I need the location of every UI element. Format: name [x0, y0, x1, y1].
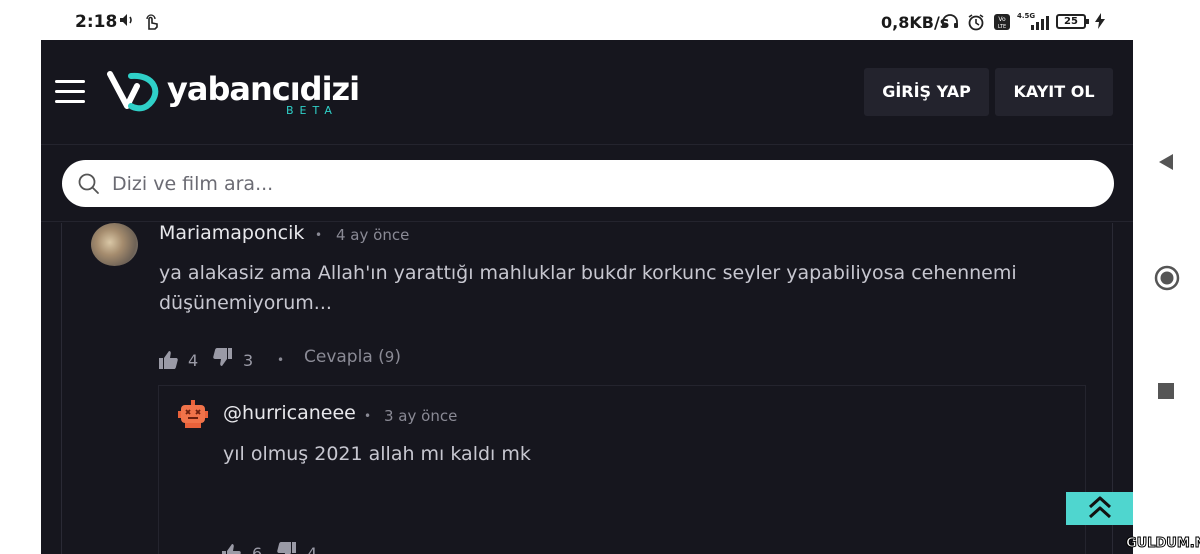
search-input[interactable]	[112, 160, 1092, 207]
touch-icon	[144, 13, 160, 34]
comment-body: ya alakasiz ama Allah'ın yarattığı mahlu…	[159, 262, 1017, 314]
alarm-icon	[967, 13, 985, 35]
top-navigation: yabancıdizi BETA GİRİŞ YAP KAYIT OL	[41, 40, 1133, 145]
svg-text:Vo: Vo	[998, 16, 1006, 23]
logo-mark-icon	[107, 70, 163, 116]
robot-avatar-icon[interactable]	[177, 399, 209, 431]
svg-text:LTE: LTE	[998, 24, 1006, 30]
reply-button[interactable]: Cevapla (9)	[304, 347, 401, 367]
volume-icon	[119, 13, 135, 31]
comments-section: Mariamaponcik • 4 ay önce ya alakasiz am…	[41, 222, 1133, 554]
system-nav-bar	[1133, 0, 1200, 554]
left-bezel	[0, 0, 41, 554]
charging-icon	[1095, 13, 1105, 33]
reply-count-close: )	[394, 347, 401, 367]
like-count: 4	[188, 351, 199, 370]
separator-dot: •	[364, 409, 372, 423]
back-icon[interactable]	[1157, 153, 1175, 175]
recent-apps-icon[interactable]	[1158, 383, 1174, 403]
hamburger-menu-button[interactable]	[55, 80, 85, 104]
dislike-count: 4	[307, 544, 318, 554]
like-icon[interactable]	[159, 350, 179, 370]
reply-count-open: (	[378, 347, 385, 367]
watermark: GULDUM.NET	[1125, 536, 1200, 552]
reply-author[interactable]: @hurricaneee	[223, 402, 356, 424]
reply-time: 3 ay önce	[384, 407, 458, 425]
network-speed: 0,8KB/s	[881, 13, 950, 32]
reply-body: yıl olmuş 2021 allah mı kaldı mk	[223, 443, 531, 465]
reply-label: Cevapla	[304, 347, 373, 367]
volte-icon: Vo LTE	[993, 13, 1011, 35]
logo-text: yabancıdizi	[167, 70, 360, 108]
dislike-icon[interactable]	[212, 347, 232, 367]
register-button[interactable]: KAYIT OL	[995, 68, 1113, 116]
search-bar	[62, 160, 1114, 207]
separator-dot: •	[277, 353, 285, 367]
login-button[interactable]: GİRİŞ YAP	[864, 68, 989, 116]
logo-beta-label: BETA	[286, 104, 338, 117]
battery-icon: 25	[1056, 14, 1089, 29]
dislike-icon[interactable]	[276, 541, 296, 554]
home-icon[interactable]	[1154, 265, 1180, 295]
like-icon[interactable]	[222, 543, 242, 554]
like-count: 6	[252, 544, 263, 554]
avatar[interactable]	[91, 223, 138, 266]
site-logo[interactable]: yabancıdizi BETA	[107, 68, 360, 120]
thread-line	[61, 223, 62, 554]
app-webview: yabancıdizi BETA GİRİŞ YAP KAYIT OL Mari…	[41, 40, 1133, 554]
signal-icon	[1027, 12, 1059, 30]
status-time: 2:18	[75, 12, 118, 32]
separator-dot: •	[315, 228, 323, 242]
comment-time: 4 ay önce	[336, 226, 410, 244]
reply-count: 9	[384, 348, 395, 366]
headphones-icon	[941, 13, 959, 33]
scroll-to-top-button[interactable]	[1066, 492, 1133, 525]
search-icon	[78, 173, 100, 195]
comment-author[interactable]: Mariamaponcik	[159, 222, 304, 244]
dislike-count: 3	[243, 351, 254, 370]
status-bar: 2:18 0,8KB/s Vo LTE 4.5G 25	[41, 0, 1133, 40]
search-section	[41, 146, 1133, 222]
double-chevron-up-icon	[1086, 495, 1114, 525]
